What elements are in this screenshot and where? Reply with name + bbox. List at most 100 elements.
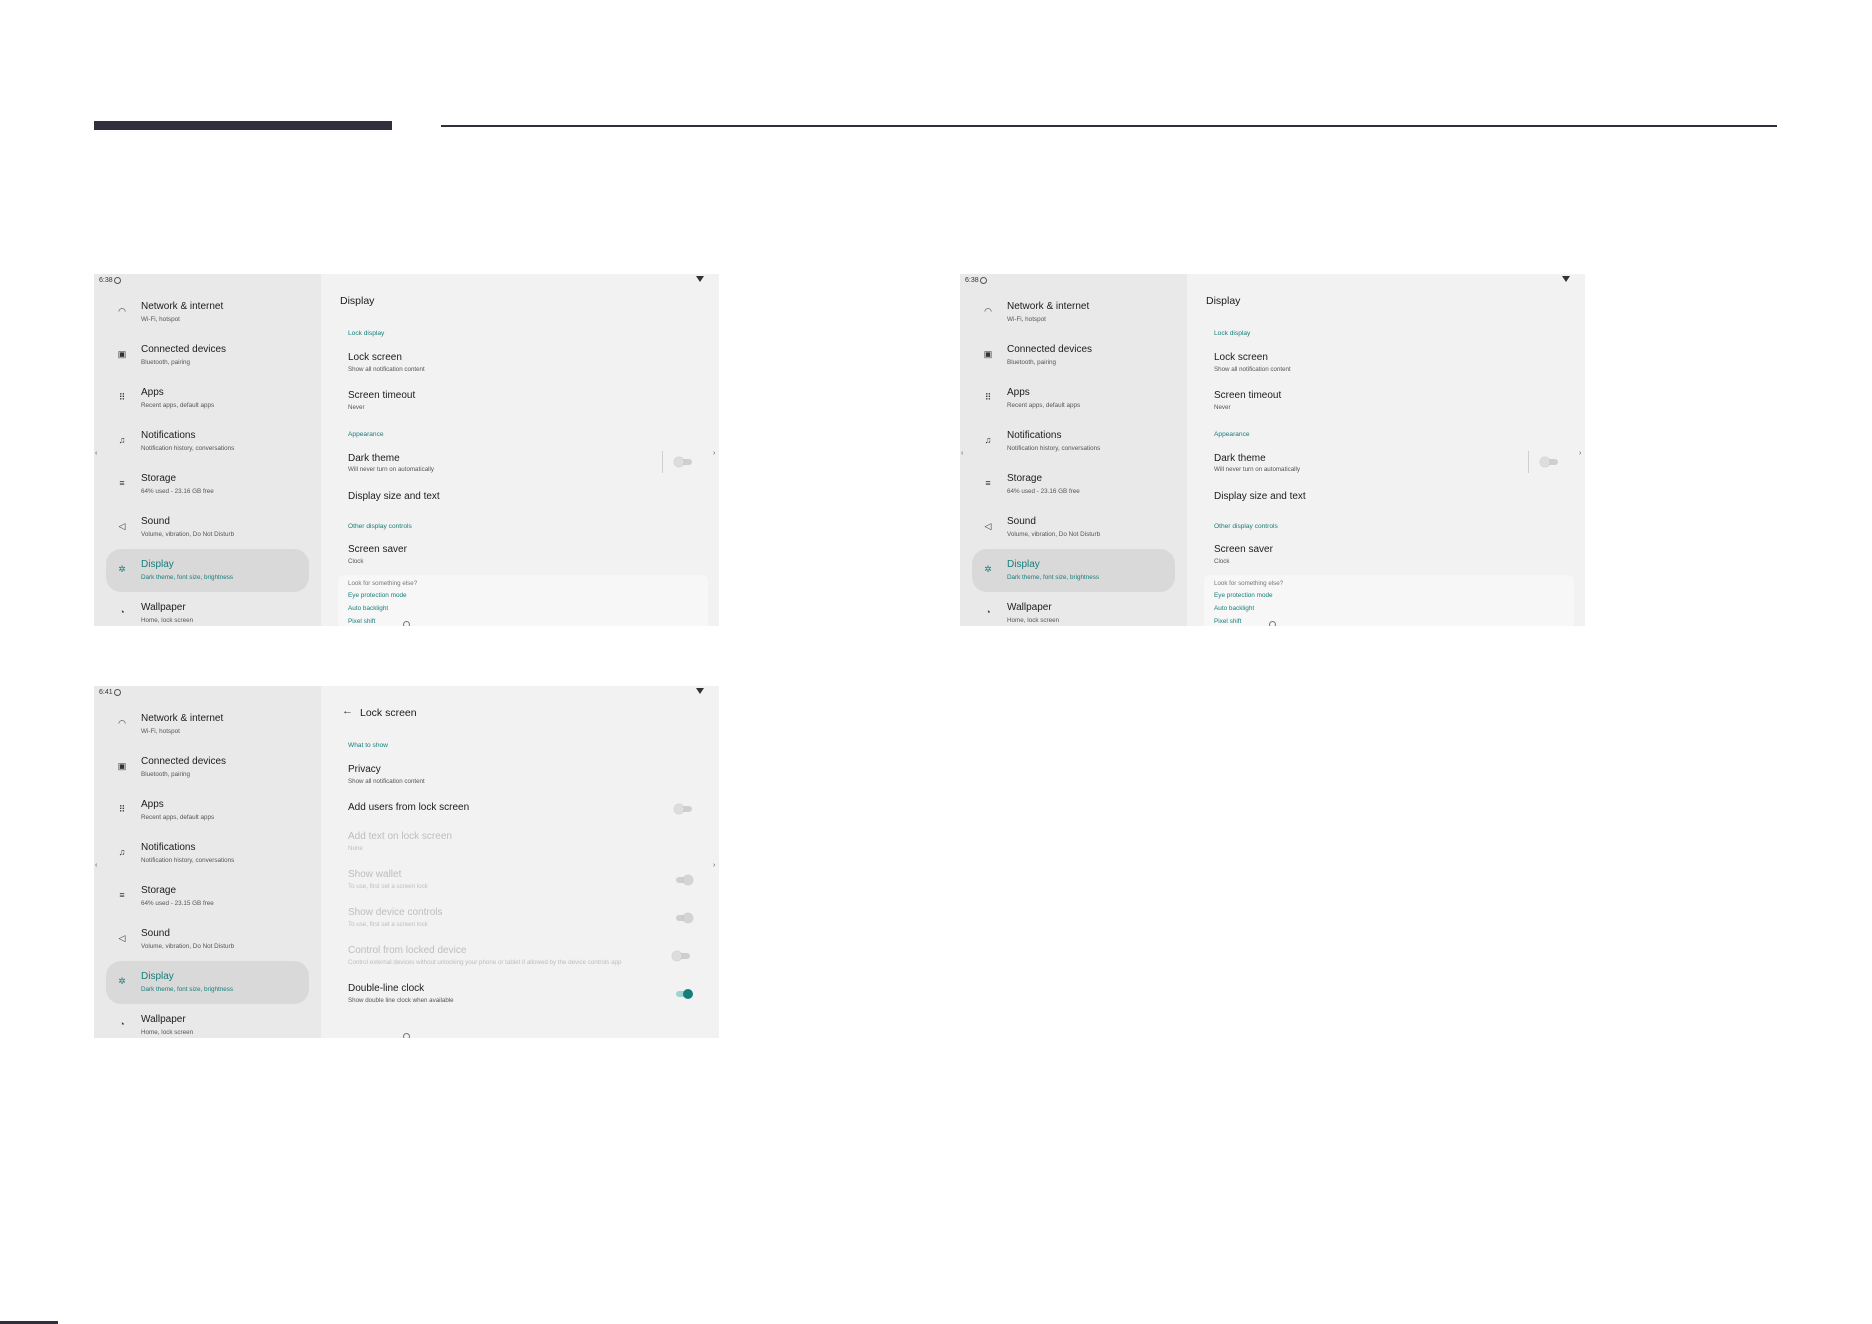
sidebar-item-network[interactable]: ◠ Network & internet Wi-Fi, hotspot (972, 291, 1175, 334)
chevron-left-icon[interactable]: ‹ (95, 450, 101, 457)
control-locked-item[interactable]: Control from locked device (348, 945, 466, 956)
sidebar-item-notifications[interactable]: ♫ Notifications Notification history, conv… (972, 420, 1175, 463)
wifi-status-icon (696, 276, 704, 282)
pixel-shift-link[interactable]: Pixel shift (348, 618, 375, 625)
sidebar-item-sound[interactable]: ◁ Sound Volume, vibration, Do Not Disturb (106, 918, 309, 961)
show-device-controls-item[interactable]: Show device controls (348, 907, 443, 918)
display-size-item[interactable]: Display size and text (1214, 491, 1306, 502)
screen-saver-item[interactable]: Screen saver (1214, 544, 1273, 555)
speaker-icon: ◁ (118, 933, 126, 943)
sidebar-item-sublabel: Home, lock screen (1007, 617, 1060, 624)
sidebar-item-apps[interactable]: ⠿ Apps Recent apps, default apps (972, 377, 1175, 420)
divider (662, 451, 663, 473)
pixel-shift-link[interactable]: Pixel shift (1214, 618, 1241, 625)
add-users-item[interactable]: Add users from lock screen (348, 802, 469, 813)
display-settings-screenshot-2: 6:38 ◠ Network & internet Wi-Fi, hotspot ▣… (960, 274, 1585, 626)
sidebar-item-wallpaper[interactable]: ◔ Wallpaper Home, lock screen (106, 592, 309, 626)
eye-protection-link[interactable]: Eye protection mode (348, 592, 407, 599)
sidebar-item-storage[interactable]: ≡ Storage 64% used - 23.15 GB free (106, 875, 309, 918)
status-time: 6:38 (965, 277, 979, 284)
sidebar-item-sublabel: Volume, vibration, Do Not Disturb (141, 943, 235, 950)
dark-theme-item[interactable]: Dark theme (348, 453, 400, 464)
screen-timeout-sub: Never (348, 404, 365, 411)
scroll-indicator-icon (1269, 621, 1276, 626)
section-header: Other display controls (1214, 523, 1278, 530)
wifi-icon: ◠ (984, 306, 992, 316)
devices-icon: ▣ (117, 761, 127, 771)
screen-timeout-item[interactable]: Screen timeout (348, 390, 415, 401)
sidebar-item-notifications[interactable]: ♫ Notifications Notification history, conv… (106, 832, 309, 875)
chevron-left-icon[interactable]: ‹ (961, 450, 967, 457)
display-icon: ✲ (118, 564, 126, 574)
sidebar-item-label: Storage (141, 885, 177, 896)
dark-theme-item[interactable]: Dark theme (1214, 453, 1266, 464)
display-settings-screenshot-1: 6:38 ◠ Network & internet Wi-Fi, hotspot ▣… (94, 274, 719, 626)
chevron-left-icon[interactable]: ‹ (95, 862, 101, 869)
sidebar-item-display[interactable]: ✲ Display Dark theme, font size, brightnes… (972, 549, 1175, 592)
sidebar-item-label: Connected devices (141, 344, 227, 355)
header-rule (441, 125, 1777, 127)
dark-theme-toggle[interactable] (674, 457, 692, 467)
dark-theme-sub: Will never turn on automatically (348, 466, 434, 473)
sidebar-item-sound[interactable]: ◁ Sound Volume, vibration, Do Not Disturb (106, 506, 309, 549)
sidebar-item-connected-devices[interactable]: ▣ Connected devices Bluetooth, pairing (106, 746, 309, 789)
sidebar-item-apps[interactable]: ⠿ Apps Recent apps, default apps (106, 377, 309, 420)
sidebar-item-display[interactable]: ✲ Display Dark theme, font size, brightnes… (106, 961, 309, 1004)
screen-timeout-item[interactable]: Screen timeout (1214, 390, 1281, 401)
sidebar-item-sublabel: Bluetooth, pairing (1007, 359, 1057, 366)
sidebar-item-display[interactable]: ✲ Display Dark theme, font size, brightnes… (106, 549, 309, 592)
lock-screen-item[interactable]: Lock screen (348, 352, 402, 363)
chevron-right-icon[interactable]: › (713, 450, 719, 457)
auto-backlight-link[interactable]: Auto backlight (348, 605, 388, 612)
display-size-item[interactable]: Display size and text (348, 491, 440, 502)
double-line-clock-item[interactable]: Double-line clock (348, 983, 424, 994)
add-text-sub: None (348, 845, 363, 852)
apps-grid-icon: ⠿ (118, 392, 126, 402)
divider (1528, 451, 1529, 473)
sidebar-item-notifications[interactable]: ♫ Notifications Notification history, conv… (106, 420, 309, 463)
wifi-status-icon (696, 688, 704, 694)
chevron-right-icon[interactable]: › (1579, 450, 1585, 457)
privacy-item[interactable]: Privacy (348, 764, 381, 775)
sidebar-item-sublabel: Wi-Fi, hotspot (1007, 316, 1046, 323)
sidebar-item-sublabel: Recent apps, default apps (1007, 402, 1081, 409)
sidebar-item-apps[interactable]: ⠿ Apps Recent apps, default apps (106, 789, 309, 832)
devices-icon: ▣ (117, 349, 127, 359)
sidebar-item-storage[interactable]: ≡ Storage 64% used - 23.16 GB free (972, 463, 1175, 506)
privacy-sub: Show all notification content (348, 778, 425, 785)
sidebar-item-sound[interactable]: ◁ Sound Volume, vibration, Do Not Disturb (972, 506, 1175, 549)
back-arrow-icon[interactable]: ← (342, 705, 353, 717)
show-wallet-item[interactable]: Show wallet (348, 869, 401, 880)
show-device-controls-toggle[interactable] (674, 913, 693, 923)
speaker-icon: ◁ (118, 521, 126, 531)
eye-protection-link[interactable]: Eye protection mode (1214, 592, 1273, 599)
lock-screen-sub: Show all notification content (348, 366, 425, 373)
header-accent-bar (94, 121, 392, 130)
sidebar-item-wallpaper[interactable]: ◔ Wallpaper Home, lock screen (106, 1004, 309, 1038)
bell-icon: ♫ (118, 435, 126, 445)
sidebar-item-connected-devices[interactable]: ▣ Connected devices Bluetooth, pairing (972, 334, 1175, 377)
auto-backlight-link[interactable]: Auto backlight (1214, 605, 1254, 612)
bell-icon: ♫ (118, 847, 126, 857)
settings-sidebar: 6:38 ◠ Network & internet Wi-Fi, hotspot ▣… (94, 274, 321, 626)
sidebar-item-storage[interactable]: ≡ Storage 64% used - 23.16 GB free (106, 463, 309, 506)
section-header: Other display controls (348, 523, 412, 530)
add-users-toggle[interactable] (674, 804, 692, 814)
control-locked-toggle[interactable] (672, 951, 690, 961)
sidebar-item-network[interactable]: ◠ Network & internet Wi-Fi, hotspot (106, 291, 309, 334)
screen-saver-item[interactable]: Screen saver (348, 544, 407, 555)
sidebar-item-wallpaper[interactable]: ◔ Wallpaper Home, lock screen (972, 592, 1175, 626)
section-header: Appearance (348, 431, 384, 438)
lock-screen-item[interactable]: Lock screen (1214, 352, 1268, 363)
sidebar-item-connected-devices[interactable]: ▣ Connected devices Bluetooth, pairing (106, 334, 309, 377)
sidebar-item-network[interactable]: ◠ Network & internet Wi-Fi, hotspot (106, 703, 309, 746)
add-text-item[interactable]: Add text on lock screen (348, 831, 452, 842)
sidebar-item-label: Storage (1007, 473, 1043, 484)
chevron-right-icon[interactable]: › (713, 862, 719, 869)
sidebar-item-sublabel: Notification history, conversations (141, 445, 235, 452)
sidebar-item-sublabel: Wi-Fi, hotspot (141, 728, 180, 735)
double-line-clock-toggle[interactable] (674, 989, 693, 999)
dark-theme-toggle[interactable] (1540, 457, 1558, 467)
show-wallet-toggle[interactable] (674, 875, 693, 885)
wifi-icon: ◠ (118, 306, 126, 316)
